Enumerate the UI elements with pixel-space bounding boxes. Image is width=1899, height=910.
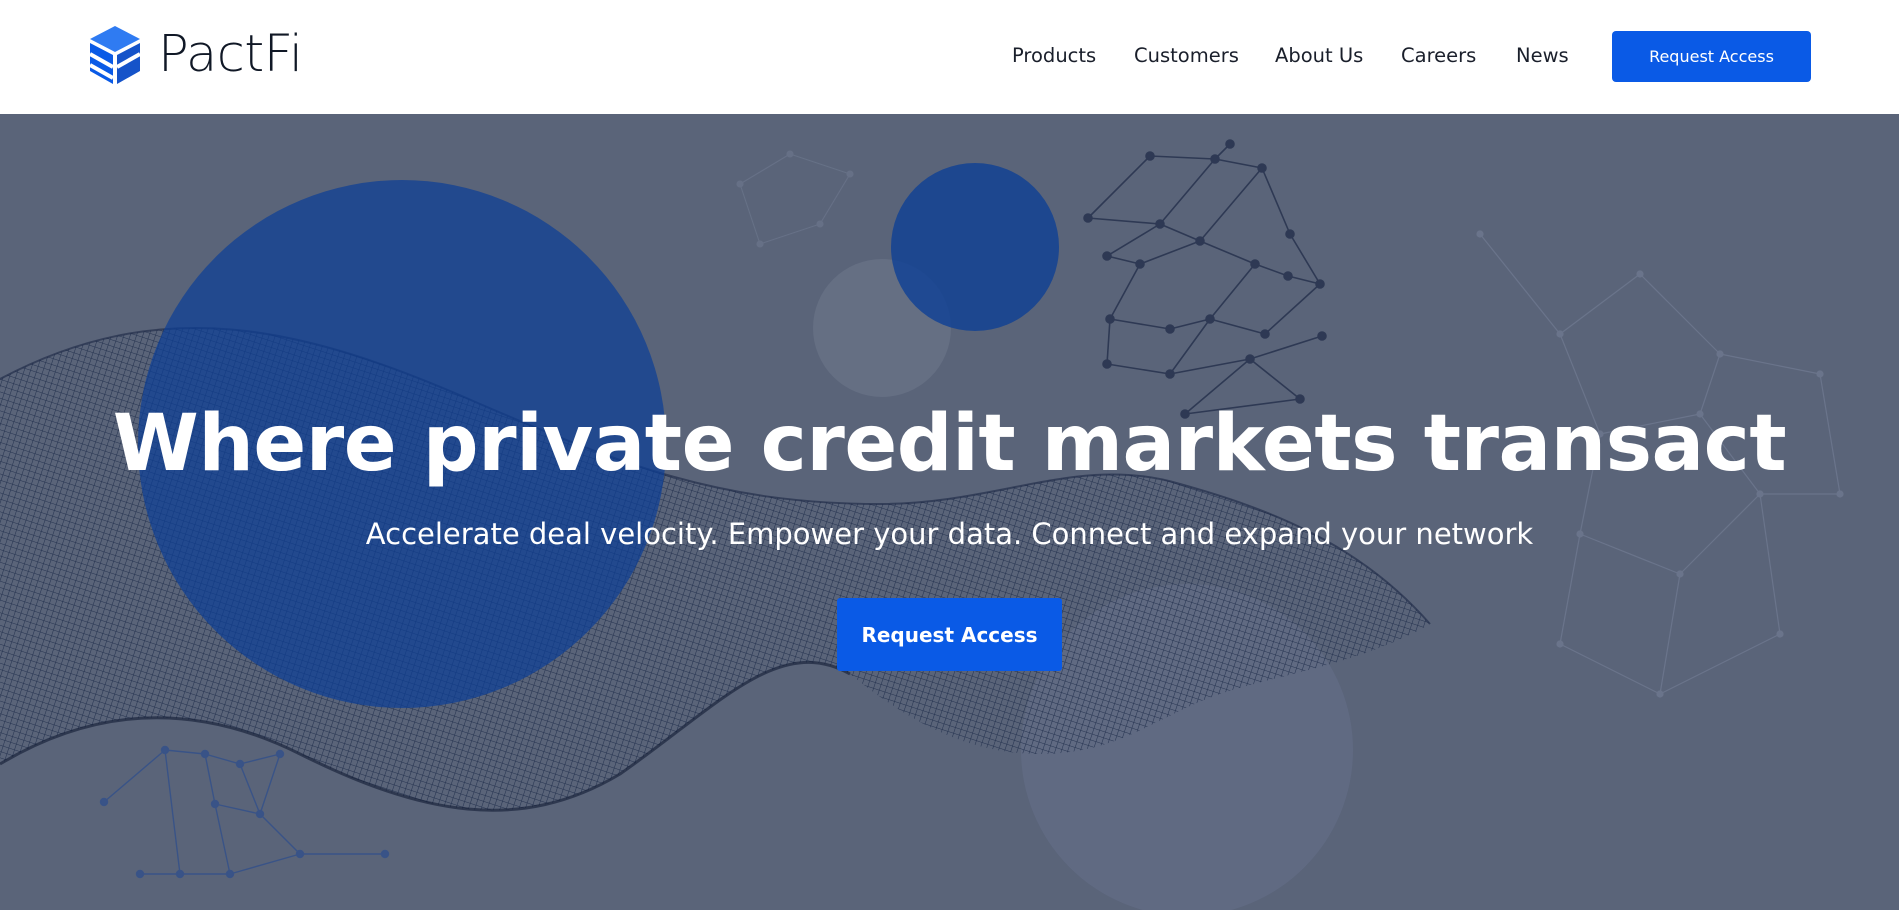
hero-subheadline: Accelerate deal velocity. Empower your d…	[365, 517, 1534, 551]
nav-item-about-us[interactable]: About Us	[1275, 43, 1363, 69]
site-header: PactFi Products Customers About Us Caree…	[0, 0, 1899, 114]
brand-name: PactFi	[158, 25, 303, 84]
pactfi-cube-logo-icon	[89, 26, 141, 84]
hero-section: Where private credit markets transact Ac…	[0, 114, 1899, 910]
nav-item-customers[interactable]: Customers	[1134, 43, 1239, 69]
header-request-access-button[interactable]: Request Access	[1612, 31, 1811, 82]
brand-logo[interactable]: PactFi	[88, 24, 303, 86]
nav-item-news[interactable]: News	[1516, 43, 1569, 69]
hero-request-access-button[interactable]: Request Access	[837, 598, 1062, 671]
nav-item-careers[interactable]: Careers	[1401, 43, 1476, 69]
hero-background-graphic	[0, 139, 1844, 910]
nav-item-products[interactable]: Products	[1012, 43, 1096, 69]
hero-headline: Where private credit markets transact	[112, 399, 1787, 489]
